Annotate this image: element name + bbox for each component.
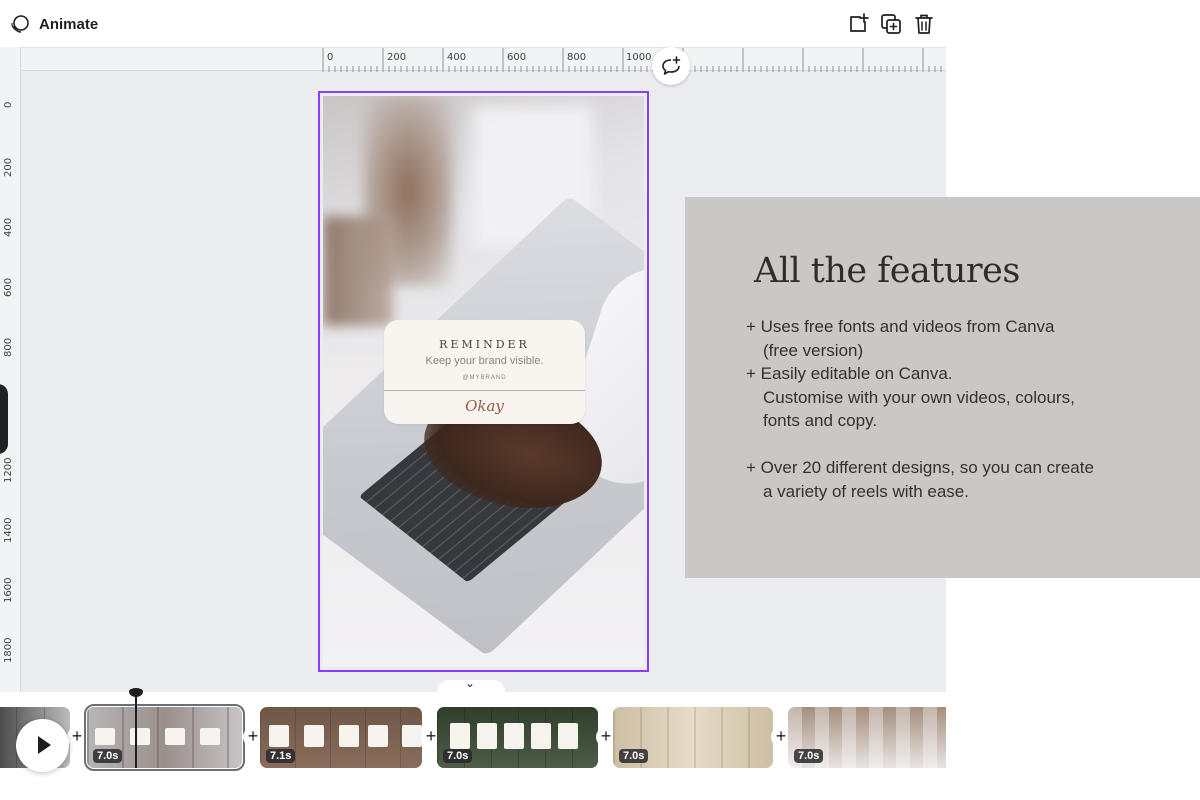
feature-item: + Easily editable on Canva. Customise wi… <box>746 364 1075 430</box>
trash-icon[interactable] <box>913 13 935 35</box>
clip-duration: 7.1s <box>266 749 296 763</box>
ruler-label: 1600 <box>3 577 14 603</box>
ruler-corner <box>0 47 21 71</box>
add-page-icon[interactable] <box>847 13 869 35</box>
clip-duration: 7.0s <box>794 749 824 763</box>
play-button[interactable] <box>16 719 69 772</box>
ruler-label: 0 <box>327 52 334 63</box>
animate-icon[interactable] <box>10 14 30 34</box>
comment-add-icon <box>662 56 681 75</box>
ruler-label: 800 <box>3 337 14 357</box>
feature-item: + Over 20 different designs, so you can … <box>746 458 1094 501</box>
clip-duration: 7.0s <box>93 749 123 763</box>
clip-duration: 7.0s <box>619 749 649 763</box>
ruler-label: 200 <box>387 52 407 63</box>
canva-editor: Animate 0 200 400 600 800 1000 0 200 400… <box>0 0 1200 800</box>
ruler-label: 600 <box>3 277 14 297</box>
timeline-collapse-toggle[interactable]: ⌄ <box>437 676 505 694</box>
top-toolbar: Animate <box>0 0 946 47</box>
side-panel-toggle[interactable] <box>0 384 8 454</box>
animate-button[interactable]: Animate <box>39 16 98 33</box>
clip-duration: 7.0s <box>443 749 473 763</box>
feature-title: All the features <box>754 251 1020 291</box>
timeline-clip[interactable]: 7.0s <box>437 707 598 768</box>
feature-item: + Uses free fonts and videos from Canva … <box>746 317 1055 360</box>
ruler-ticks <box>322 48 942 72</box>
timeline-clip-selected[interactable]: 7.0s <box>84 704 245 771</box>
horizontal-ruler: 0 200 400 600 800 1000 <box>0 47 946 72</box>
reminder-card[interactable]: REMINDER Keep your brand visible. @MYBRA… <box>384 320 585 424</box>
card-divider <box>384 390 585 391</box>
ruler-label: 800 <box>567 52 587 63</box>
add-clip-button[interactable]: + <box>67 727 87 747</box>
chevron-down-icon: ⌄ <box>465 676 476 690</box>
timeline-clip[interactable]: 7.0s <box>788 707 946 768</box>
ruler-label: 1800 <box>3 637 14 663</box>
vertical-ruler: 0 200 400 600 800 1200 1400 1600 1800 <box>0 71 21 692</box>
timeline-clip[interactable]: 7.1s <box>260 707 422 768</box>
timeline-clip[interactable]: 7.0s <box>613 707 773 768</box>
feature-panel: All the features + Uses free fonts and v… <box>685 197 1200 578</box>
reminder-title: REMINDER <box>439 338 530 351</box>
ruler-label: 0 <box>3 101 14 108</box>
ruler-label: 1400 <box>3 517 14 543</box>
ruler-label: 1200 <box>3 457 14 483</box>
add-comment-button[interactable] <box>652 47 690 85</box>
playhead[interactable] <box>129 688 143 768</box>
duplicate-page-icon[interactable] <box>880 13 902 35</box>
brand-handle: @MYBRAND <box>462 375 507 381</box>
ruler-label: 600 <box>507 52 527 63</box>
ruler-label: 400 <box>447 52 467 63</box>
reminder-subtitle: Keep your brand visible. <box>425 355 544 367</box>
design-page-selection[interactable]: REMINDER Keep your brand visible. @MYBRA… <box>318 91 649 672</box>
okay-button: Okay <box>465 397 504 415</box>
feature-list: + Uses free fonts and videos from Canva … <box>746 315 1186 503</box>
ruler-label: 400 <box>3 217 14 237</box>
ruler-label: 200 <box>3 157 14 177</box>
ruler-label: 1000 <box>626 52 652 63</box>
design-page[interactable]: REMINDER Keep your brand visible. @MYBRA… <box>323 96 644 667</box>
timeline: ⌄ + 7.0s + 7.1s + 7.0s + 7.0s + 7.0s <box>0 676 946 800</box>
